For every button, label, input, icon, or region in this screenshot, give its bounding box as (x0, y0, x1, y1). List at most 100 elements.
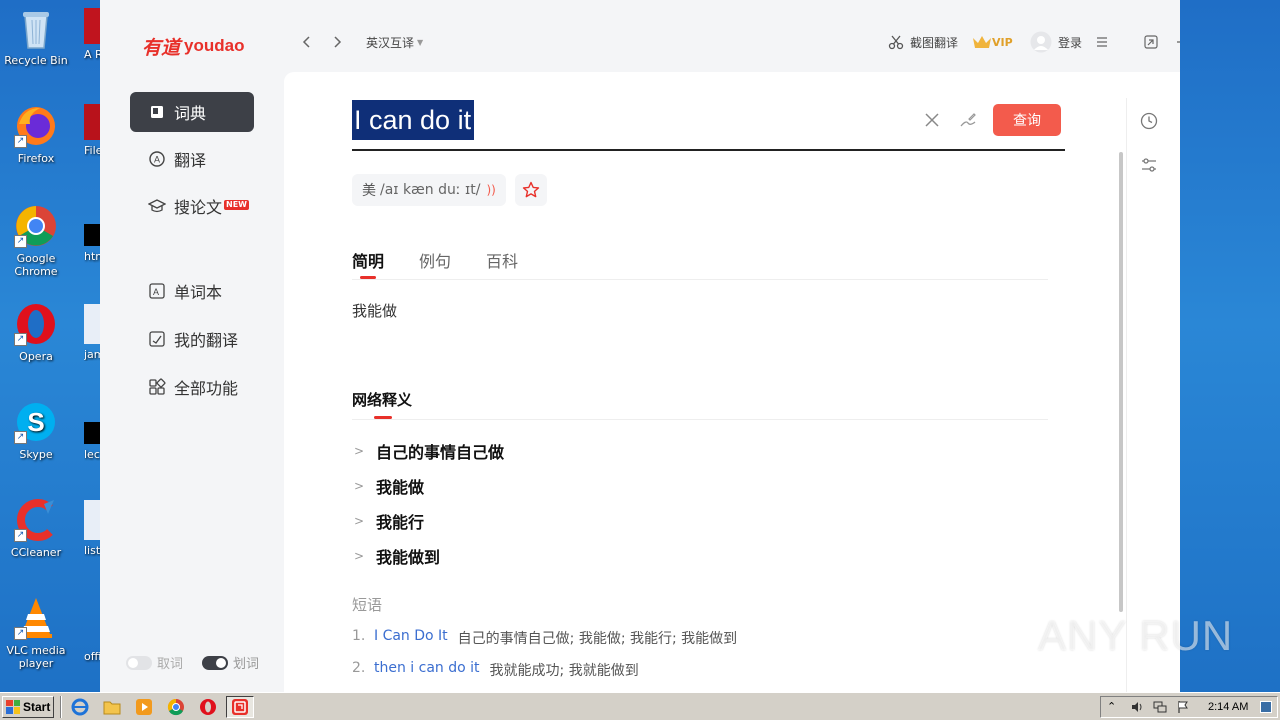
screenshot-translate-label: 截图翻译 (910, 35, 959, 50)
web-definitions-title: 网络释义 (352, 391, 413, 419)
vlc-icon: ↗ (14, 596, 58, 640)
taskbar-chrome[interactable] (162, 696, 190, 718)
search-input[interactable]: I can do it (352, 100, 475, 140)
phrase-link[interactable]: then i can do it (374, 660, 480, 680)
show-hidden-icons-button[interactable]: ⌃ (1107, 700, 1121, 714)
shortcut-arrow-icon: ↗ (14, 235, 27, 248)
desktop-icon-chrome[interactable]: ↗ Google Chrome (0, 204, 72, 278)
phrase-link[interactable]: I Can Do It (374, 628, 448, 648)
scissors-icon (888, 35, 904, 50)
toggle-switch-off[interactable] (126, 655, 152, 670)
history-button[interactable] (1140, 112, 1158, 130)
chevron-right-icon (334, 36, 342, 48)
pdf-reader-icon (84, 8, 100, 44)
forward-button[interactable] (330, 32, 344, 52)
phrase-meaning: 自己的事情自己做; 我能做; 我能行; 我能做到 (457, 631, 738, 647)
language-mode-dropdown[interactable]: 英汉互译 ▼ (366, 32, 423, 52)
sidebar-item-label: 翻译 (174, 151, 207, 170)
screenshot-translate-button[interactable]: 截图翻译 (888, 32, 958, 52)
settings-sliders-button[interactable] (1140, 156, 1158, 174)
web-definition-text: 自己的事情自己做 (376, 443, 505, 462)
web-definition-item[interactable]: > 我能做到 (354, 544, 440, 568)
ccleaner-icon: ↗ (14, 498, 58, 542)
desktop-icon-ccleaner[interactable]: ↗ CCleaner (0, 498, 72, 559)
login-label: 登录 (1058, 35, 1083, 50)
youdao-logo: 有道 youdao (142, 34, 244, 59)
desktop-icon-recycle-bin[interactable]: Recycle Bin (0, 6, 72, 67)
web-definition-item[interactable]: > 我能行 (354, 509, 424, 533)
capture-word-toggle[interactable]: 取词 (126, 653, 183, 672)
taskbar: Start ⌃ 2:14 AM (0, 692, 1280, 720)
pronunciation-button[interactable]: 美 /aɪ kæn duː ɪt/ )) (352, 174, 506, 206)
taskbar-opera[interactable] (194, 696, 222, 718)
shortcut-arrow-icon: ↗ (14, 431, 27, 444)
sidebar-item-search-papers[interactable]: 搜论文 NEW (130, 186, 254, 226)
sidebar-item-label: 全部功能 (174, 379, 239, 398)
clear-search-button[interactable] (924, 112, 940, 132)
desktop-icon-label: Recycle Bin (4, 54, 68, 67)
sidebar-item-translate[interactable]: A 翻译 (130, 139, 254, 179)
back-button[interactable] (300, 32, 314, 52)
my-translation-icon (148, 330, 166, 348)
toggle-label: 取词 (157, 657, 184, 672)
desktop-icon-label: CCleaner (10, 546, 62, 559)
volume-icon[interactable] (1130, 700, 1144, 714)
handwriting-button[interactable] (958, 110, 978, 134)
web-definition-text: 我能做到 (376, 548, 441, 567)
web-definition-item[interactable]: > 我能做 (354, 474, 424, 498)
crown-icon (973, 36, 991, 48)
sidebar-item-wordbook[interactable]: A 单词本 (130, 271, 254, 311)
desktop-icon-skype[interactable]: S ↗ Skype (0, 400, 72, 461)
tab-brief[interactable]: 简明 (352, 248, 384, 279)
show-desktop-icon[interactable] (1260, 701, 1273, 713)
desktop-icon-opera[interactable]: ↗ Opera (0, 302, 72, 363)
minimize-button[interactable] (1176, 32, 1180, 52)
login-button[interactable]: 登录 (1030, 31, 1083, 53)
wordbook-icon: A (148, 282, 166, 300)
phrase-item: 1. I Can Do It 自己的事情自己做; 我能做; 我能行; 我能做到 (352, 628, 737, 648)
sidebar-item-dictionary[interactable]: 词典 (130, 92, 254, 132)
taskbar-ie[interactable] (66, 696, 94, 718)
phrases-title: 短语 (352, 596, 383, 614)
tab-encyclopedia[interactable]: 百科 (486, 248, 518, 272)
action-center-flag-icon[interactable] (1176, 700, 1190, 714)
query-button[interactable]: 查询 (993, 104, 1061, 136)
desktop-icon-label: Skype (19, 448, 53, 461)
taskbar-clock[interactable]: 2:14 AM (1208, 701, 1248, 713)
web-definition-item[interactable]: > 自己的事情自己做 (354, 439, 504, 463)
avatar-icon (1030, 31, 1052, 53)
tab-examples[interactable]: 例句 (419, 248, 451, 272)
select-word-toggle[interactable]: 划词 (202, 653, 259, 672)
chevron-right-icon: > (354, 549, 365, 563)
sidebar-item-all-features[interactable]: 全部功能 (130, 367, 254, 407)
taskbar-explorer[interactable] (98, 696, 126, 718)
favorite-button[interactable] (515, 174, 547, 206)
vip-label: VIP (992, 35, 1013, 49)
taskbar-youdao[interactable] (226, 695, 254, 718)
youdao-icon (232, 698, 248, 715)
toggle-switch-on[interactable] (202, 655, 228, 670)
vip-button[interactable]: VIP (972, 32, 1013, 52)
folder-icon (103, 701, 121, 714)
desktop-icon-firefox[interactable]: ↗ Firefox (0, 104, 72, 165)
handwriting-icon (960, 113, 976, 127)
sidebar-item-label: 词典 (174, 104, 207, 123)
network-icon[interactable] (1153, 700, 1167, 714)
skype-icon: S ↗ (14, 400, 58, 444)
start-button[interactable]: Start (2, 695, 54, 718)
language-mode-label: 英汉互译 (366, 35, 415, 50)
minimize-icon (1177, 41, 1180, 43)
menu-button[interactable] (1096, 32, 1108, 52)
scrollbar[interactable] (1119, 152, 1123, 612)
result-tabs: 简明 例句 百科 (352, 248, 553, 279)
chrome-icon: ↗ (14, 204, 58, 248)
desktop-icon-vlc[interactable]: ↗ VLC media player (0, 596, 72, 670)
sidebar-item-my-translation[interactable]: 我的翻译 (130, 319, 254, 359)
toggle-label: 划词 (233, 657, 260, 672)
svg-text:A: A (153, 287, 159, 297)
phrase-number: 2. (352, 660, 366, 676)
filezilla-icon (84, 104, 100, 140)
document-icon (84, 500, 100, 540)
taskbar-media-player[interactable] (130, 696, 158, 718)
mini-mode-button[interactable] (1144, 32, 1158, 52)
